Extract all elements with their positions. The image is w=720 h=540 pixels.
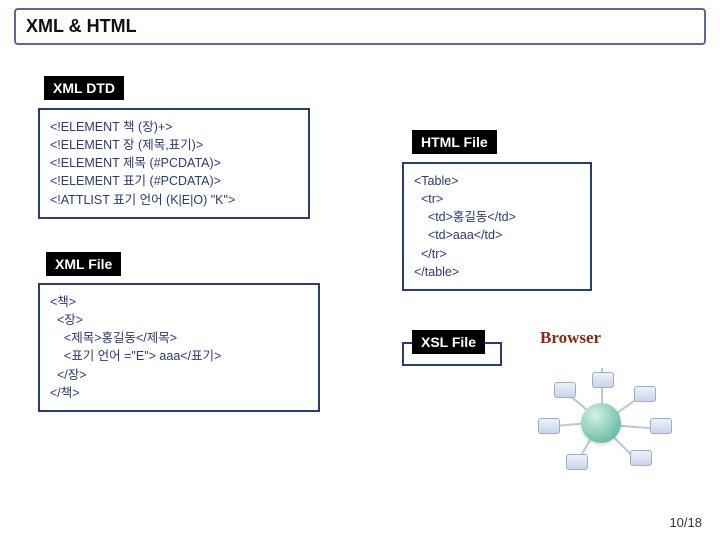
html-file-tab: HTML File bbox=[412, 130, 497, 154]
xsl-file-tab: XSL File bbox=[412, 330, 485, 354]
page-number: 10/18 bbox=[669, 515, 702, 530]
xml-dtd-tab: XML DTD bbox=[44, 76, 124, 100]
html-file-box: <Table> <tr> <td>홍길동</td> <td>aaa</td> <… bbox=[402, 162, 592, 291]
browser-label: Browser bbox=[540, 328, 601, 348]
network-icon bbox=[526, 378, 676, 468]
slide-header: XML & HTML bbox=[14, 8, 706, 45]
slide-title: XML & HTML bbox=[26, 16, 137, 36]
xml-file-box: <책> <장> <제목>홍길동</제목> <표기 언어 ="E"> aaa</표… bbox=[38, 283, 320, 412]
xml-file-tab: XML File bbox=[46, 252, 121, 276]
xml-dtd-box: <!ELEMENT 책 (장)+> <!ELEMENT 장 (제목,표기)> <… bbox=[38, 108, 310, 219]
